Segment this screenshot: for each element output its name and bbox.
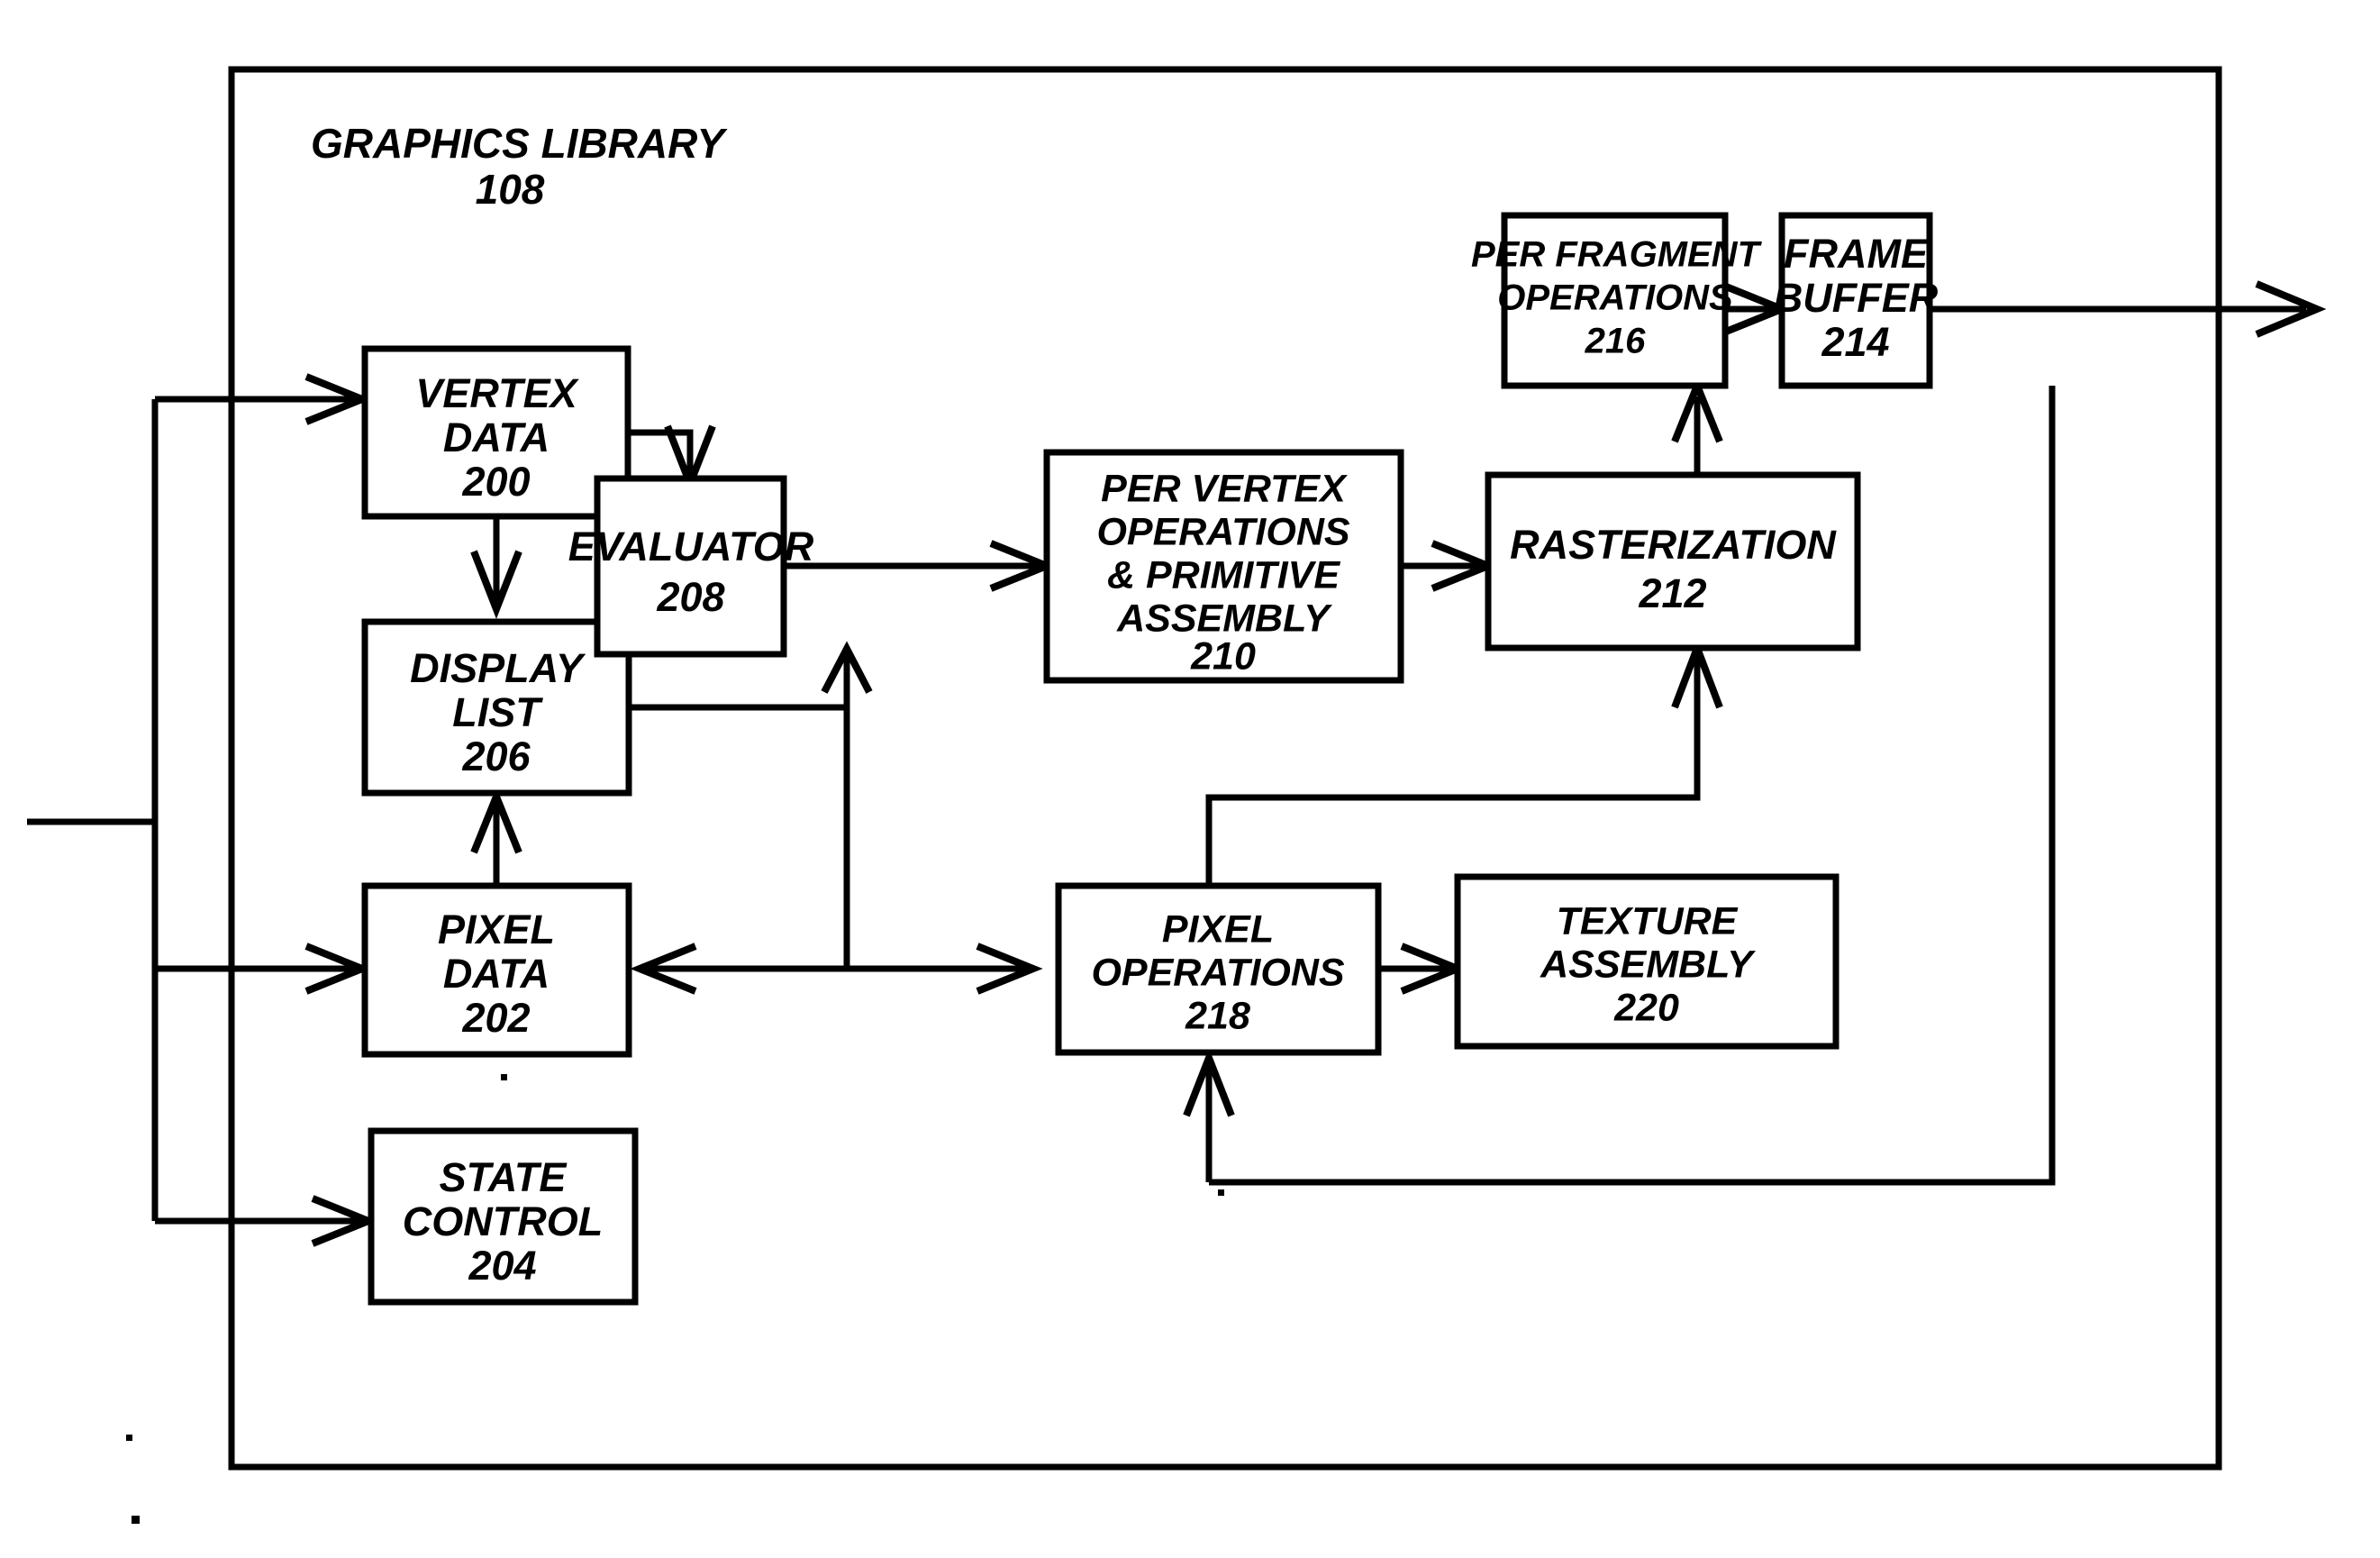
block-state-control-line1: STATE — [440, 1154, 568, 1200]
block-display-list-line2: LIST — [452, 689, 543, 735]
scan-speck — [132, 1516, 140, 1524]
block-display-list-number: 206 — [461, 733, 531, 779]
block-vertex-data-line2: DATA — [443, 415, 550, 460]
block-pixel-data-number: 202 — [461, 995, 530, 1041]
block-per-vertex-line4: ASSEMBLY — [1116, 597, 1332, 640]
block-texture-assembly-line2: ASSEMBLY — [1540, 943, 1756, 986]
block-vertex-data-number: 200 — [461, 459, 530, 505]
block-display-list-line1: DISPLAY — [410, 645, 586, 691]
block-vertex-data-line1: VERTEX — [415, 370, 579, 416]
block-per-vertex-line1: PER VERTEX — [1101, 467, 1348, 510]
figure-title-number: 108 — [476, 166, 545, 213]
block-per-fragment-line2: OPERATIONS — [1497, 278, 1733, 318]
block-pixel-data-line2: DATA — [443, 951, 550, 997]
block-state-control-line2: CONTROL — [403, 1198, 603, 1244]
block-state-control-number: 204 — [468, 1243, 536, 1289]
block-pixel-operations-line2: OPERATIONS — [1091, 951, 1344, 994]
block-per-fragment-line1: PER FRAGMENT — [1471, 235, 1763, 275]
block-frame-buffer-line1: FRAME — [1784, 231, 1930, 277]
figure-canvas: VERTEX DATA 200 DISPLAY LIST 206 PIXEL D… — [0, 0, 2380, 1558]
block-per-vertex-line3: & PRIMITIVE — [1107, 553, 1340, 597]
block-rasterization-line1: RASTERIZATION — [1510, 522, 1837, 568]
block-frame-buffer-line2: BUFFER — [1774, 275, 1939, 321]
block-evaluator-number: 208 — [656, 574, 724, 620]
block-frame-buffer-number: 214 — [1821, 319, 1889, 365]
block-pixel-operations-number: 218 — [1185, 994, 1250, 1037]
block-texture-assembly-number: 220 — [1613, 986, 1679, 1029]
block-texture-assembly-line1: TEXTURE — [1557, 899, 1739, 943]
block-pixel-data-line1: PIXEL — [438, 907, 555, 952]
block-rasterization-number: 212 — [1638, 570, 1706, 616]
block-pixel-operations-line1: PIXEL — [1162, 907, 1274, 951]
figure-title: GRAPHICS LIBRARY — [311, 120, 729, 167]
scan-speck — [501, 1074, 507, 1080]
block-diagram: VERTEX DATA 200 DISPLAY LIST 206 PIXEL D… — [27, 66, 2327, 1524]
block-per-vertex-number: 210 — [1190, 634, 1256, 678]
block-evaluator-line1: EVALUATOR — [568, 524, 814, 569]
block-per-fragment-number: 216 — [1585, 322, 1646, 361]
block-per-vertex-line2: OPERATIONS — [1096, 510, 1349, 553]
scan-speck — [1218, 1189, 1224, 1196]
scan-speck — [126, 1435, 132, 1441]
